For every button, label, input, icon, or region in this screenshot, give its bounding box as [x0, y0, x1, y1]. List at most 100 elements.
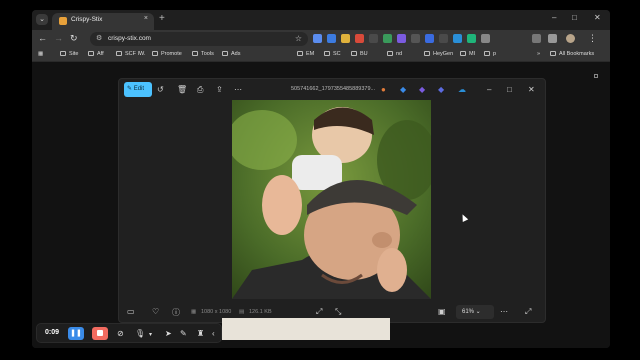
favorite-heart-icon[interactable]: ♡: [152, 307, 159, 316]
close-window-button[interactable]: ✕: [594, 13, 601, 22]
app-icon[interactable]: ◆: [419, 85, 425, 94]
bookmark-link[interactable]: p: [484, 51, 496, 57]
bookmark-icon: [484, 51, 490, 56]
tab-strip: ⌄ Crispy-Stix × + – □ ✕: [32, 10, 610, 30]
maximize-icon[interactable]: □: [507, 85, 512, 94]
bookmark-link[interactable]: HeyGen: [424, 51, 453, 57]
bookmark-star-icon[interactable]: ☆: [295, 34, 302, 43]
browser-toolbar: ← → ↻ ⚙ crispy-stix.com ☆ ⋮: [32, 30, 610, 48]
bookmarks-overflow-icon[interactable]: »: [537, 51, 540, 57]
minimize-button[interactable]: –: [552, 13, 556, 22]
profile-icon[interactable]: [548, 34, 557, 43]
app-icon[interactable]: ◆: [438, 85, 444, 94]
photo-overflow-fragment: [222, 318, 390, 340]
tab-search-icon[interactable]: ⌄: [36, 14, 48, 25]
pointer-icon[interactable]: ➤: [165, 329, 172, 338]
delete-icon[interactable]: 🗑: [177, 85, 187, 94]
folder-icon: [88, 51, 94, 56]
bookmark-label: BU: [360, 51, 368, 57]
forward-icon[interactable]: →: [54, 33, 63, 43]
print-icon[interactable]: ⎙: [197, 85, 203, 95]
site-info-icon[interactable]: ⚙: [96, 34, 102, 42]
filmstrip-icon[interactable]: ▭: [127, 307, 135, 316]
more-options-icon[interactable]: ⋯: [234, 85, 242, 94]
tab-crispy-stix[interactable]: Crispy-Stix ×: [52, 13, 154, 30]
rotate-icon[interactable]: ↺: [157, 85, 164, 94]
close-icon[interactable]: ✕: [528, 85, 535, 94]
bookmark-link[interactable]: nd: [387, 51, 402, 57]
fit-screen-icon[interactable]: ⤢: [316, 307, 322, 317]
pause-button[interactable]: ❚❚: [68, 327, 84, 340]
bookmark-label: SCF IW.: [125, 51, 146, 57]
bookmark-folder[interactable]: Site: [60, 51, 78, 57]
camera-off-icon[interactable]: ⊘: [117, 329, 124, 338]
fullscreen-icon[interactable]: ⤢: [525, 307, 531, 317]
tab-close-icon[interactable]: ×: [144, 15, 148, 22]
bookmark-label: Site: [69, 51, 79, 57]
cloud-icon[interactable]: ☁: [458, 85, 466, 94]
bookmark-folder[interactable]: Promote: [152, 51, 182, 57]
maximize-button[interactable]: □: [572, 13, 577, 22]
actual-size-icon[interactable]: ⤡: [335, 307, 341, 317]
edit-label: Edit: [133, 86, 145, 92]
extension-icon[interactable]: [425, 34, 434, 43]
stop-button[interactable]: [92, 327, 108, 340]
bookmark-folder[interactable]: Tools: [192, 51, 214, 57]
bookmark-icon: [351, 51, 357, 56]
recording-time: 0:09: [45, 329, 60, 336]
url-text[interactable]: crispy-stix.com: [108, 35, 151, 42]
extension-icon[interactable]: [341, 34, 350, 43]
extension-icon[interactable]: [411, 34, 420, 43]
desktop: ⌄ Crispy-Stix × + – □ ✕ ← → ↻ ⚙ crispy-s…: [0, 0, 640, 360]
file-size-icon: ▤: [239, 309, 245, 315]
address-bar[interactable]: ⚙ crispy-stix.com ☆: [90, 32, 308, 46]
info-icon[interactable]: ⓘ: [172, 307, 180, 318]
fit-window-icon[interactable]: ▣: [438, 307, 446, 316]
page-square-icon: [594, 74, 598, 78]
extension-icon[interactable]: [453, 34, 462, 43]
bookmark-label: nd: [396, 51, 403, 57]
photo-illustration: [232, 100, 431, 299]
extension-icon[interactable]: [369, 34, 378, 43]
reload-icon[interactable]: ↻: [70, 33, 78, 44]
extension-icon[interactable]: [327, 34, 336, 43]
bookmark-link[interactable]: BU: [351, 51, 368, 57]
avatar[interactable]: [566, 34, 575, 43]
browser-window: ⌄ Crispy-Stix × + – □ ✕ ← → ↻ ⚙ crispy-s…: [32, 10, 610, 348]
bookmark-folder[interactable]: Ads: [222, 51, 240, 57]
bookmark-icon: [424, 51, 430, 56]
extension-icon[interactable]: [355, 34, 364, 43]
apps-grid-icon[interactable]: ▦: [38, 51, 43, 57]
collapse-icon[interactable]: ‹: [212, 329, 215, 338]
extension-icon[interactable]: [383, 34, 392, 43]
extension-icon[interactable]: [397, 34, 406, 43]
more-options-icon[interactable]: ⋯: [500, 307, 508, 316]
chevron-down-icon[interactable]: ▾: [149, 331, 152, 338]
pen-icon[interactable]: ✎: [180, 329, 187, 338]
microphone-icon[interactable]: 🎙: [135, 329, 145, 338]
menu-icon[interactable]: ⋮: [588, 33, 597, 44]
download-icon[interactable]: [532, 34, 541, 43]
minimize-icon[interactable]: –: [487, 85, 491, 94]
highlighter-icon[interactable]: ♜: [197, 329, 204, 338]
back-icon[interactable]: ←: [38, 33, 47, 43]
app-icon[interactable]: ◆: [400, 85, 406, 94]
bookmark-folder[interactable]: SCF IW.: [116, 51, 145, 57]
bookmark-link[interactable]: MI: [460, 51, 475, 57]
bookmark-link[interactable]: SC: [324, 51, 341, 57]
extensions-puzzle-icon[interactable]: [481, 34, 490, 43]
edit-button[interactable]: ✎ Edit: [124, 82, 152, 97]
bookmark-link[interactable]: EM: [297, 51, 314, 57]
bookmark-folder[interactable]: Aff: [88, 51, 104, 57]
share-icon[interactable]: ⇪: [216, 85, 223, 94]
extension-icon[interactable]: [467, 34, 476, 43]
folder-icon: [192, 51, 198, 56]
app-icon[interactable]: ●: [381, 85, 386, 94]
extension-icon[interactable]: [439, 34, 448, 43]
page-content: ✎ Edit ↺ 🗑 ⎙ ⇪ ⋯ 505741662_1797355485889…: [32, 62, 610, 348]
all-bookmarks[interactable]: All Bookmarks: [550, 51, 594, 57]
new-tab-button[interactable]: +: [159, 13, 165, 24]
favicon-icon: [59, 17, 67, 25]
extension-icon[interactable]: [313, 34, 322, 43]
zoom-dropdown[interactable]: 61% ⌄: [456, 305, 494, 319]
